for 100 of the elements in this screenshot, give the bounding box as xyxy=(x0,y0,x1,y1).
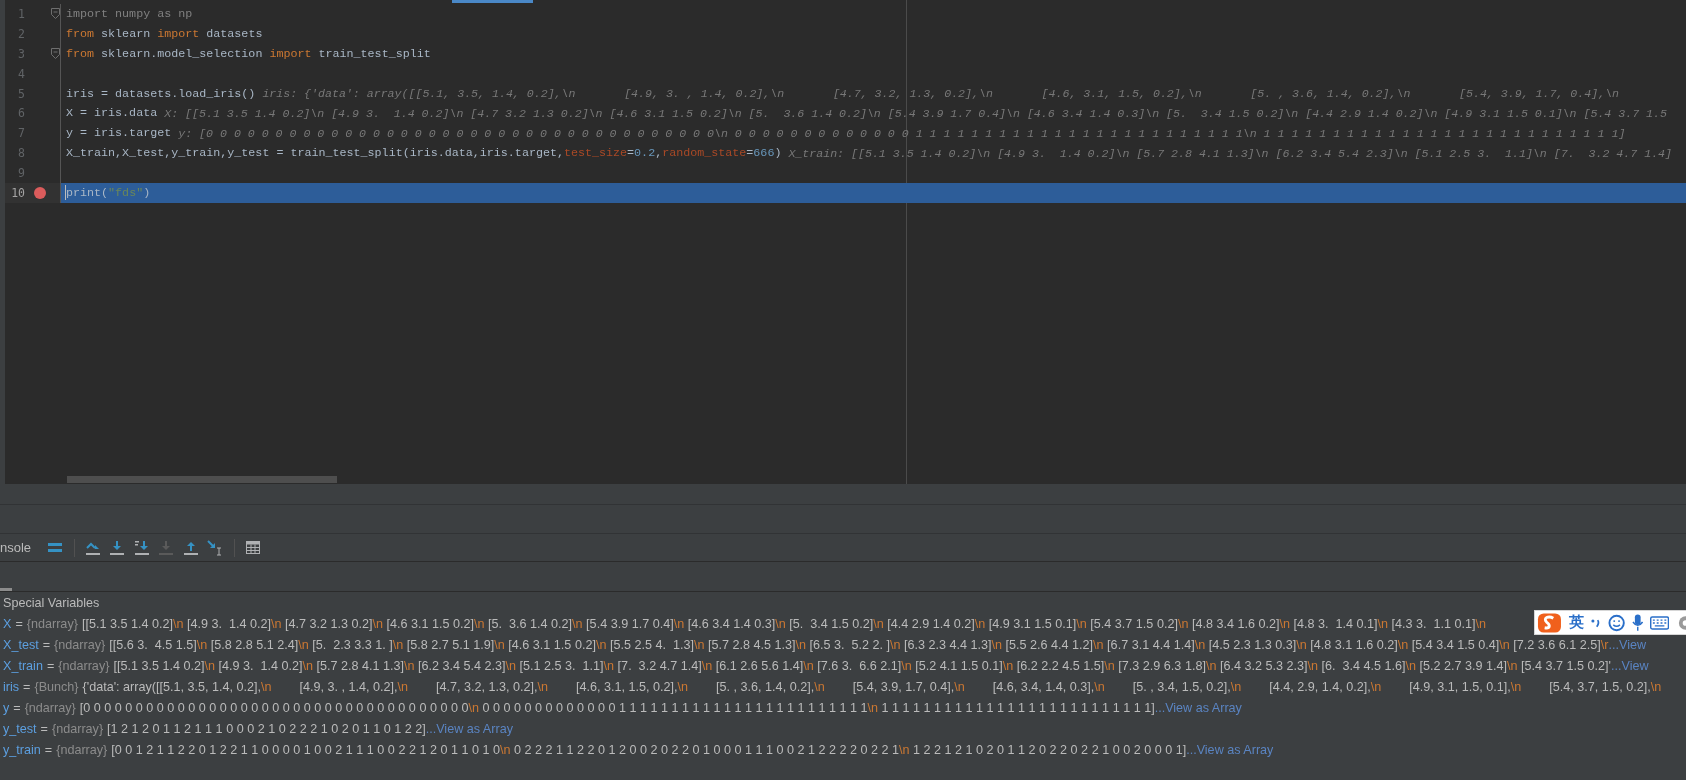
variable-name: y xyxy=(3,700,10,715)
console-tab[interactable]: nsole xyxy=(0,540,32,555)
escape-sequence: \n xyxy=(1076,616,1087,631)
variable-value: [4.6, 3.1, 1.5, 0.2], xyxy=(575,679,678,694)
code-token: import numpy as np xyxy=(66,6,193,21)
variable-value: [5.2 4.1 1.5 0.1] xyxy=(914,658,1003,673)
variable-value: [7.6 3. 6.6 2.1] xyxy=(816,658,902,673)
scrollbar-thumb[interactable] xyxy=(67,475,337,483)
breakpoint-icon[interactable] xyxy=(34,186,46,199)
variable-value: [6.2 3.4 5.4 2.3] xyxy=(417,658,506,673)
escape-sequence: \n xyxy=(701,658,713,673)
escape-sequence: \n xyxy=(1094,679,1105,694)
variable-value: [6.3 2.3 4.4 1.3] xyxy=(903,637,992,652)
view-as-array-link[interactable]: ...View xyxy=(1608,637,1647,652)
equals-sign: = xyxy=(23,679,31,694)
table-icon[interactable] xyxy=(245,541,260,554)
variable-name: iris xyxy=(3,679,20,694)
variable-value: [4.6 3.1 1.5 0.2] xyxy=(385,616,475,631)
step-out-icon[interactable] xyxy=(183,540,198,555)
variable-type: {ndarray} xyxy=(24,700,76,715)
escape-sequence: \n xyxy=(172,616,184,631)
variable-value: [5. 3.4 1.5 0.2] xyxy=(788,616,874,631)
input-mode-toggle[interactable]: 英 xyxy=(1568,613,1584,632)
variable-value: [[5.6 3. 4.5 1.5] xyxy=(109,637,197,652)
variable-value: [5.5 2.5 4. 1.3] xyxy=(608,637,694,652)
variable-name: y_train xyxy=(3,742,41,757)
variable-value: [4.9 3. 1.4 0.2] xyxy=(185,616,271,631)
variable-value: [4.6 3.1 1.5 0.2] xyxy=(507,637,596,652)
step-over-icon[interactable] xyxy=(85,540,100,555)
view-as-array-link[interactable]: ...View as Array xyxy=(1154,700,1242,715)
view-as-array-link[interactable]: ...View as Array xyxy=(1186,742,1274,757)
variable-value: [1 2 1 2 0 1 1 2 1 1 1 0 0 0 2 1 0 2 2 2 1 0 2 0 1 1 0 1 2 2] xyxy=(107,721,426,736)
variable-type: {ndarray} xyxy=(26,616,78,631)
escape-sequence: \n xyxy=(1397,637,1409,652)
code-token: = xyxy=(746,146,754,161)
escape-sequence: \n xyxy=(1405,658,1416,673)
variable-value: [4.8 3.1 1.6 0.2] xyxy=(1309,637,1398,652)
equals-sign: = xyxy=(40,721,48,736)
code-token: X = iris.data xyxy=(66,106,158,121)
variable-value: [4.5 2.3 1.3 0.3] xyxy=(1207,637,1297,652)
variable-value: 1 2 2 1 2 1 0 2 0 1 1 2 0 2 2 0 2 2 1 0 0 2 0 0 0 1] xyxy=(912,742,1187,757)
variable-value: [5. 2.3 3.3 1. ] xyxy=(311,637,393,652)
code-token: datasets xyxy=(205,26,263,41)
escape-sequence: \n xyxy=(494,637,505,652)
escape-sequence: \n xyxy=(795,637,806,652)
escape-sequence: \n xyxy=(693,637,705,652)
step-into-my-code-icon[interactable] xyxy=(134,540,149,555)
escape-sequence: \n xyxy=(270,616,282,631)
line-number: 5 xyxy=(17,86,25,101)
view-as-array-link[interactable]: ...View xyxy=(1611,658,1649,673)
variable-value: [0 0 1 2 1 1 2 2 0 1 2 2 1 1 0 0 0 0 1 0 0 2 1 1 1 0 0 2 2 1 2 0 1 1 0 1 0 xyxy=(111,742,500,757)
escape-sequence: \n xyxy=(677,679,689,694)
equals-sign: = xyxy=(15,616,23,631)
code-token: ) xyxy=(143,185,151,200)
escape-sequence: \n xyxy=(505,658,517,673)
escape-sequence: \n xyxy=(1104,658,1115,673)
variable-name: y_test xyxy=(3,721,37,736)
variable-value: [5.4 3.7 1.5 0.2]' xyxy=(1520,658,1611,673)
line-number: 2 xyxy=(17,26,25,41)
microphone-icon[interactable] xyxy=(1631,613,1644,632)
variable-row[interactable]: y_test = {ndarray} [1 2 1 2 0 1 1 2 1 1 1 0 0 0 2 1 0 2 2 2 1 0 2 0 1 1 0 1 2 2]...View as Array xyxy=(0,718,1686,739)
code-token: from xyxy=(66,26,95,41)
escape-sequence: \n xyxy=(1296,637,1307,652)
fold-icon[interactable] xyxy=(51,8,60,20)
variable-value: [4.8 3. 1.4 0.1] xyxy=(1292,616,1378,631)
code-token: random_state xyxy=(662,146,747,161)
variable-value: [5.4, 3.9, 1.7, 0.4], xyxy=(851,679,955,694)
escape-sequence: \n xyxy=(298,637,309,652)
escape-sequence: \n xyxy=(261,679,272,694)
code-token: import xyxy=(269,46,312,61)
variable-value: [4.7, 3.2, 1.3, 0.2], xyxy=(435,679,538,694)
variable-value: [5. , 3.6, 1.4, 0.2], xyxy=(715,679,815,694)
fold-icon[interactable] xyxy=(51,48,60,60)
input-method-logo[interactable] xyxy=(1537,611,1562,634)
variable-value: [4.6, 3.4, 1.4, 0.3], xyxy=(991,679,1095,694)
escape-sequence: \n xyxy=(404,658,415,673)
step-into-icon[interactable] xyxy=(110,540,125,555)
variable-value: [4.9, 3.1, 1.5, 0.1], xyxy=(1408,679,1511,694)
smiley-icon[interactable] xyxy=(1607,613,1625,632)
variable-value: [[5.1 3.5 1.4 0.2] xyxy=(81,616,173,631)
variable-value: [5.8 2.8 5.1 2.4] xyxy=(209,637,299,652)
variable-value: [5. 3.6 1.4 0.2] xyxy=(487,616,573,631)
menu-icon[interactable] xyxy=(48,541,63,554)
variable-value: [7.3 2.9 6.3 1.8] xyxy=(1117,658,1206,673)
equals-sign: = xyxy=(42,637,51,652)
line-number: 4 xyxy=(17,66,25,81)
view-as-array-link[interactable]: ...View as Array xyxy=(425,721,513,736)
escape-sequence: \n xyxy=(595,637,607,652)
escape-sequence: \n xyxy=(204,658,215,673)
variable-value: [5.8 2.7 5.1 1.9] xyxy=(405,637,495,652)
escape-sequence: \n xyxy=(474,616,485,631)
variable-value: [6. 3.4 4.5 1.6] xyxy=(1320,658,1406,673)
variable-type: {Bunch} xyxy=(34,679,79,694)
keyboard-icon[interactable] xyxy=(1650,615,1670,630)
escape-sequence: \n xyxy=(1177,616,1189,631)
escape-sequence: \r xyxy=(1600,637,1609,652)
inline-value-hint: iris: {'data': array([[5.1, 3.5, 1.4, 0.2],\n [4.9, 3. , 1.4, 0.2],\n [4.7, 3.2, 1.3, 0.2],\n [4.6, 3.1, 1.5, 0.2],\n [5. , 3.6, 1.4, 0.2],\n [5.4, 3.9, 1.7, 0.4],\n xyxy=(262,87,1620,100)
variable-name: X_test xyxy=(3,637,39,652)
variable-value: [5.5 2.6 4.4 1.2] xyxy=(1004,637,1094,652)
variable-type: {ndarray} xyxy=(54,637,106,652)
